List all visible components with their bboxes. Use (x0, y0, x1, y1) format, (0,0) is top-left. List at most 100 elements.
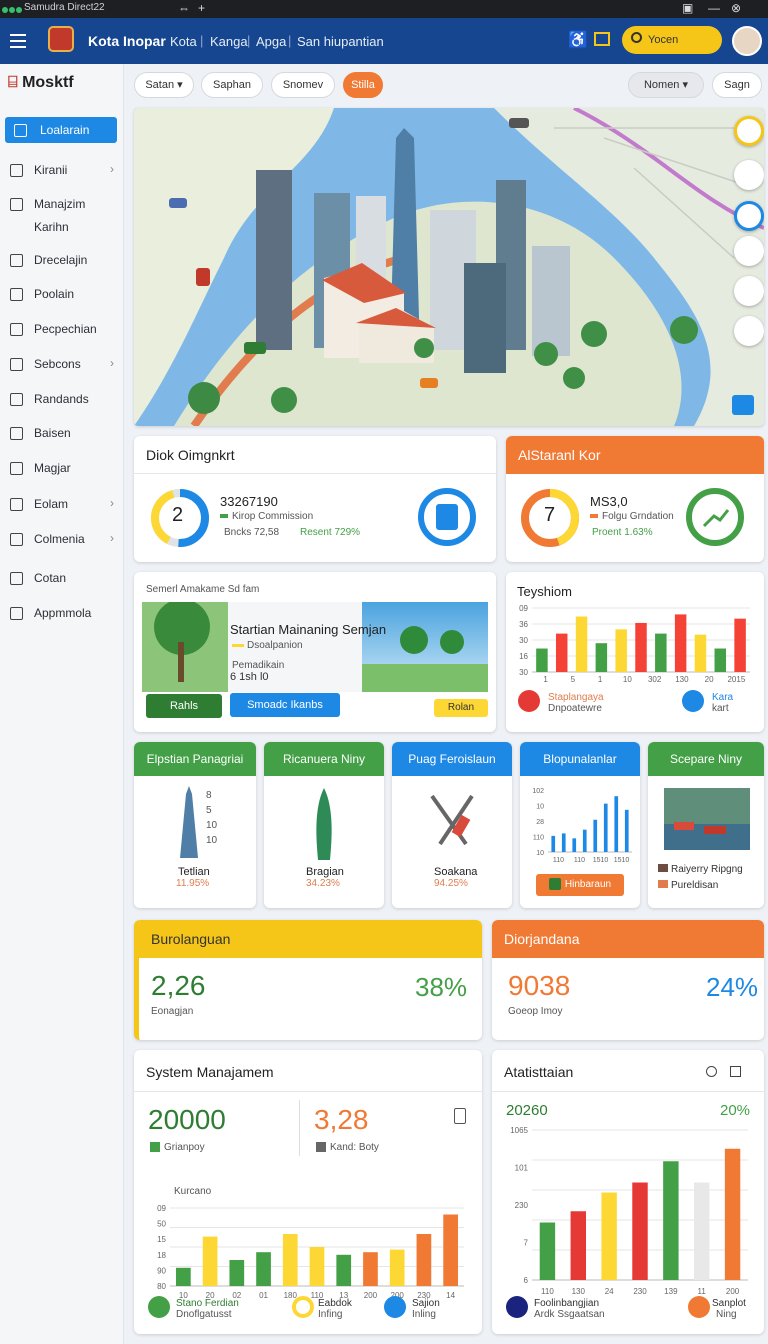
sidebar-item-label: Eolam (34, 497, 69, 511)
system-title: System Manajamem (134, 1050, 482, 1092)
promo-rahls-button[interactable]: Rahls (146, 694, 222, 718)
system-legend-3: Sajion (412, 1298, 440, 1309)
accessibility-icon[interactable]: ♿ (568, 30, 588, 50)
bar-7 (363, 1252, 378, 1286)
tile-hinbaraun-button[interactable]: Hinbaraun (536, 874, 624, 896)
nomen-dropdown[interactable]: Nomen ▾ (628, 72, 704, 98)
tile-elpstian-label: Tetlian (178, 866, 210, 878)
x-tick-label: 1 (598, 675, 603, 684)
map-user-button[interactable] (734, 236, 764, 266)
promo-sub1: Dsoalpanion (232, 640, 303, 651)
system-divider (299, 1100, 300, 1156)
back-icon[interactable]: ⇔ (178, 1, 190, 15)
minimize-icon[interactable]: — (708, 1, 720, 15)
tile-ricanuera-label: Bragian (306, 866, 344, 878)
status-b-chart-ring[interactable] (684, 486, 746, 548)
window-controls[interactable] (2, 5, 23, 16)
y-tick-label: 36 (519, 620, 528, 629)
nav-link-apga[interactable]: Apga (256, 34, 286, 49)
status-b-main: MS3,0 (590, 494, 628, 509)
sidebar-item-label: Cotan (34, 571, 67, 585)
menu-icon[interactable] (10, 34, 26, 52)
sidebar-item-icon (10, 288, 23, 301)
sidebar-item-label: Appmmola (34, 606, 92, 620)
tile-elpstian-axis: 8 5 10 10 (206, 790, 218, 846)
system-legend-2-sub: Infing (318, 1309, 343, 1320)
y-tick-label: 09 (519, 604, 528, 613)
tile-scepare[interactable]: Scepare Niny Raiyerry Ripgng Pureldisan (648, 742, 764, 908)
nav-link-kanga[interactable]: Kanga (210, 34, 248, 49)
status-b-sub1: Folgu Grndation (590, 511, 674, 522)
y-tick-label: 80 (157, 1282, 166, 1291)
teyshiom-red-check-icon (518, 690, 540, 712)
stats-legend-2-sub: Ning (716, 1309, 737, 1320)
x-tick-label: 230 (633, 1287, 647, 1296)
y-tick-label: 7 (524, 1239, 529, 1248)
stats-expand-icon[interactable] (730, 1066, 741, 1077)
map-clock-button[interactable] (734, 276, 764, 306)
status-b-ring-value: 7 (544, 504, 556, 526)
bar-5 (309, 1247, 325, 1286)
system-legend-1-sub: Dnoflgatusst (176, 1309, 232, 1320)
bar-6 (724, 1148, 741, 1280)
promo-rolan-button[interactable]: Rolan (434, 699, 488, 717)
stats-legend-icon-1 (506, 1296, 528, 1318)
x-tick-label: 01 (259, 1291, 268, 1300)
map-binoculars-icon[interactable] (732, 395, 754, 415)
avatar[interactable] (732, 26, 762, 56)
chevron-right-icon: › (110, 496, 114, 510)
status-doc-ring[interactable] (416, 486, 478, 548)
document-icon[interactable] (454, 1108, 466, 1124)
promo-sub2: Pemadikain (232, 660, 285, 671)
tile-elpstian[interactable]: Elpstian Panagriai 8 5 10 10 Tetlian 11.95% (134, 742, 256, 908)
filter-satan[interactable]: Satan ▾ (134, 72, 194, 98)
bar-1 (202, 1236, 218, 1286)
sagn-button[interactable]: Sagn (712, 72, 762, 98)
filter-saphan[interactable]: Saphan (201, 72, 263, 98)
tile-ricanuera-title: Ricanuera Niny (264, 742, 384, 776)
tile-blopunalanlar[interactable]: Blopunalanlar 102 10 28 110 10 110 110 1510 1510… (520, 742, 640, 908)
sidebar-item-icon (10, 498, 23, 511)
sidebar-item-icon (10, 462, 23, 475)
filter-snomev[interactable]: Snomev (271, 72, 335, 98)
status-main-value: 33267190 (220, 494, 278, 509)
bar-1 (555, 633, 568, 672)
tower-icon (180, 786, 198, 858)
promo-card: Semerl Amakame Sd fam Startian Mainaning… (134, 572, 496, 732)
filter-stilla[interactable]: Stilla (343, 72, 383, 98)
chevron-right-icon: › (110, 531, 114, 545)
search-button[interactable]: Yocen (622, 26, 722, 54)
stats-right-pct: 20% (720, 1102, 751, 1119)
close-icon[interactable]: ⊗ (731, 1, 741, 15)
y-tick-label: 30 (519, 636, 528, 645)
nav-link-kota[interactable]: Kota (170, 34, 197, 49)
x-tick-label: 139 (664, 1287, 678, 1296)
map-list-button[interactable] (734, 160, 764, 190)
stats-card: Atatisttaian 20260 20% 1065 101 230 7 6 110 13… (492, 1050, 764, 1334)
sidebar-item-icon (10, 607, 23, 620)
tile-puag[interactable]: Puag Feroislaun Soakana 94.25% (392, 742, 512, 908)
stats-search-icon[interactable] (706, 1066, 717, 1077)
bar-0 (536, 648, 548, 672)
bar-3 (632, 1182, 648, 1280)
teyshiom-legend-2-sub: kart (712, 703, 729, 714)
tile-puag-title: Puag Feroislaun (392, 742, 512, 776)
chevron-right-icon: › (110, 356, 114, 370)
map-gift-button[interactable] (734, 316, 764, 346)
tile-ricanuera[interactable]: Ricanuera Niny Bragian 34.23% (264, 742, 384, 908)
grid-icon[interactable] (594, 32, 610, 46)
bar-3 (256, 1252, 271, 1286)
sidebar-logo-text: Mosktf (22, 74, 74, 91)
river-boats-photo (664, 788, 750, 850)
bar-2 (575, 616, 588, 672)
nav-link-san[interactable]: San hiupantian (297, 34, 384, 49)
stats-title: Atatisttaian (492, 1050, 764, 1092)
map-layers-button[interactable] (734, 116, 764, 146)
promo-blue-button[interactable]: Smoadc Ikanbs (230, 693, 340, 717)
new-tab-icon[interactable]: + (198, 1, 205, 15)
city-map[interactable] (134, 108, 764, 426)
map-frame-button[interactable] (734, 201, 764, 231)
window-icon[interactable]: ▣ (682, 1, 693, 15)
bar-2 (229, 1260, 245, 1286)
sidebar-item-label: Drecelajin (34, 253, 88, 267)
